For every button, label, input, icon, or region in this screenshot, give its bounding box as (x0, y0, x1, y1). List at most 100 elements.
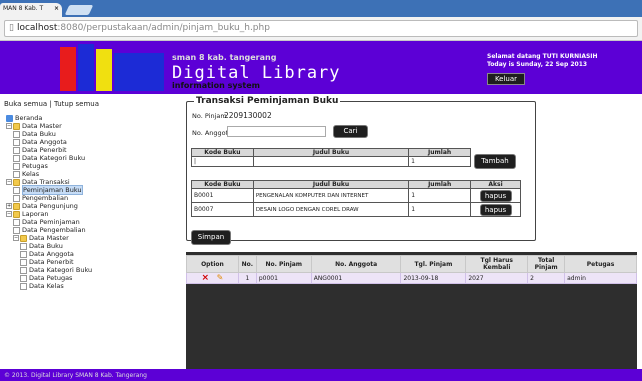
url-host: localhost (16, 23, 58, 33)
collapse-icon[interactable]: − (6, 211, 12, 217)
sidebar-item-label: Petugas (22, 162, 48, 170)
sidebar-item[interactable]: Pengembalian (13, 194, 68, 202)
collapse-icon[interactable]: − (13, 235, 19, 241)
sidebar-item[interactable]: Data Buku (20, 242, 63, 250)
url-input[interactable]: ▯ localhost:8080/perpustakaan/admin/pinja… (4, 20, 638, 37)
sidebar-item-label: Data Kategori Buku (29, 266, 93, 274)
sidebar-item[interactable]: Kelas (13, 170, 39, 178)
sidebar-item[interactable]: Data Anggota (13, 138, 67, 146)
tambah-button[interactable]: Tambah (474, 154, 516, 169)
item-jumlah: 1 (408, 188, 472, 203)
simpan-button[interactable]: Simpan (191, 230, 231, 245)
row-petugas: admin (564, 272, 637, 284)
item-jumlah: 1 (408, 202, 472, 217)
edit-icon[interactable]: ✎ (217, 273, 224, 282)
footer: © 2013. Digital Library SMAN 8 Kab. Tang… (0, 369, 642, 381)
page-icon (13, 170, 20, 178)
row-total: 2 (527, 272, 566, 284)
expand-all-link[interactable]: Buka semua (4, 100, 47, 108)
page-icon (13, 130, 20, 138)
page-icon (13, 186, 20, 194)
sidebar-item[interactable]: Data Penerbit (13, 146, 67, 154)
tab-close-icon[interactable]: × (54, 5, 59, 12)
sidebar-item-label: Data Penerbit (22, 146, 67, 154)
sidebar-item[interactable]: − Laporan (6, 210, 48, 218)
sidebar-item-label: Pengembalian (22, 194, 69, 202)
items-header-jumlah: Jumlah (408, 180, 472, 189)
table-row: × ✎ 1 p0001 ANG0001 2013-09-18 2027 2 ad… (186, 272, 637, 284)
welcome-text: Selamat datang TUTI KURNIASIH Today is S… (487, 53, 598, 69)
sidebar-item[interactable]: + Data Pengunjung (6, 202, 78, 210)
sidebar-item-label: Data Buku (22, 130, 56, 138)
sidebar-item[interactable]: Data Pengembalian (13, 226, 86, 234)
sidebar-item[interactable]: Peminjaman Buku (13, 185, 83, 195)
sidebar-item-label: Kelas (22, 170, 40, 178)
new-tab-button[interactable] (64, 5, 94, 15)
jumlah-input[interactable]: 1 (408, 156, 471, 167)
current-date: Today is Sunday, 22 Sep 2013 (487, 61, 588, 68)
row-tgl-pinjam: 2013-09-18 (400, 272, 467, 284)
page-icon (13, 162, 20, 170)
page-icon (20, 250, 27, 258)
sidebar-item[interactable]: Data Kelas (20, 282, 64, 290)
judul-buku-input[interactable] (252, 156, 410, 167)
row-tgl-kembali: 2027 (465, 272, 529, 284)
page-icon (13, 154, 20, 162)
sidebar-item-label: Data Anggota (29, 250, 74, 258)
logo-bar-blue-2 (114, 53, 164, 91)
logo-bar-red (60, 47, 76, 91)
browser-tab-bar: MAN 8 Kab. T × (0, 0, 642, 17)
no-pinjam-label: No. Pinjam (192, 112, 227, 120)
collapse-all-link[interactable]: Tutup semua (54, 100, 99, 108)
items-header-judul: Judul Buku (252, 180, 410, 189)
hapus-button[interactable]: hapus (479, 203, 512, 216)
loan-form-fieldset: Transaksi Peminjaman Buku No. Pinjam 220… (186, 96, 536, 245)
page-icon (13, 226, 20, 234)
sidebar-item-label: Data Kelas (29, 282, 64, 290)
sidebar-item[interactable]: Data Anggota (20, 250, 74, 258)
kode-buku-input[interactable]: | (191, 156, 254, 167)
sidebar-item[interactable]: Data Penerbit (20, 258, 74, 266)
sidebar-item[interactable]: − Data Master (13, 234, 69, 242)
collapse-icon[interactable]: − (6, 123, 12, 129)
page-icon (20, 282, 27, 290)
home-icon (6, 114, 13, 122)
sidebar-item[interactable]: Beranda (6, 114, 42, 122)
sidebar-item[interactable]: Data Kategori Buku (13, 154, 85, 162)
item-kode: B0007 (191, 202, 254, 217)
collapse-icon[interactable]: − (6, 179, 12, 185)
page-icon (13, 218, 20, 226)
logo-bar-blue (78, 44, 94, 91)
folder-icon (13, 202, 20, 210)
sidebar-item[interactable]: Data Petugas (20, 274, 72, 282)
sidebar-item-label: Data Master (22, 122, 62, 130)
sidebar-item[interactable]: Petugas (13, 162, 48, 170)
sidebar-item[interactable]: Data Kategori Buku (20, 266, 92, 274)
url-path: :8080/perpustakaan/admin/pinjam_buku_h.p… (57, 23, 270, 33)
browser-tab[interactable]: MAN 8 Kab. T × (0, 3, 62, 17)
anggota-input[interactable] (227, 126, 326, 137)
cari-button[interactable]: Cari (333, 125, 368, 138)
items-header-kode: Kode Buku (191, 180, 254, 189)
expand-icon[interactable]: + (6, 203, 12, 209)
app-title: Digital Library (172, 63, 341, 83)
sidebar-item-label: Laporan (22, 210, 49, 218)
sidebar-tree: Buka semua | Tutup semua Beranda − Data Ma… (4, 97, 179, 369)
logo-bar-yellow (96, 49, 112, 91)
col-option: Option (186, 255, 239, 273)
page-icon (13, 146, 20, 154)
row-no-pinjam: p0001 (255, 272, 312, 284)
items-header-aksi: Aksi (470, 180, 521, 189)
sidebar-item[interactable]: − Data Master (6, 122, 62, 130)
page-icon (13, 138, 20, 146)
hapus-button[interactable]: hapus (479, 189, 512, 202)
sidebar-item[interactable]: Data Buku (13, 130, 56, 138)
school-name: sman 8 kab. tangerang (172, 53, 277, 62)
sidebar-item[interactable]: Data Peminjaman (13, 218, 80, 226)
welcome-user: Selamat datang TUTI KURNIASIH (487, 53, 598, 60)
delete-icon[interactable]: × (201, 273, 209, 283)
form-legend: Transaksi Peminjaman Buku (194, 96, 341, 106)
logout-button[interactable]: Keluar (487, 73, 525, 85)
col-no: No. (237, 255, 257, 273)
row-no: 1 (237, 272, 257, 284)
